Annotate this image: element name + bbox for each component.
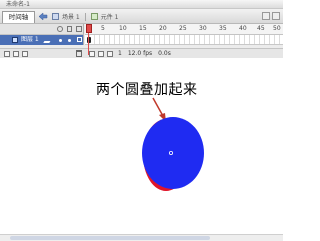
- breadcrumb-symbol[interactable]: 元件 1: [101, 12, 119, 21]
- elapsed-time: 0.0s: [158, 50, 171, 57]
- tab-timeline[interactable]: 时间轴: [2, 11, 35, 23]
- symbol-icon: [90, 13, 98, 20]
- edit-scene-icon[interactable]: [262, 12, 270, 20]
- layer-icon: [12, 37, 18, 43]
- outline-icon[interactable]: [76, 26, 82, 32]
- edit-bar: 时间轴 场景 1 元件 1: [0, 9, 283, 24]
- trash-icon[interactable]: [76, 50, 82, 57]
- timeline-footer: 1 12.0 fps 0.0s: [0, 48, 283, 58]
- breadcrumb: 场景 1 元件 1: [52, 12, 118, 21]
- frame-rate: 12.0 fps: [127, 50, 153, 57]
- breadcrumb-divider: [84, 12, 86, 21]
- pencil-icon: [43, 37, 53, 43]
- insert-folder-icon[interactable]: [22, 51, 28, 57]
- onion-outline-icon[interactable]: [107, 51, 113, 57]
- frame-number: 20: [159, 25, 167, 32]
- frame-number: 30: [199, 25, 207, 32]
- playhead[interactable]: [86, 24, 92, 58]
- current-frame: 1: [118, 50, 122, 57]
- timeline-panel: 5 10 15 20 25 30 35 40 45 50 图层 1 1 12.0…: [0, 24, 283, 58]
- playhead-handle[interactable]: [86, 24, 92, 33]
- frame-number: 40: [239, 25, 247, 32]
- frame-number: 45: [257, 25, 265, 32]
- back-arrow-icon[interactable]: [38, 12, 48, 21]
- arrow-line: [152, 97, 164, 117]
- scrollbar-thumb[interactable]: [10, 236, 210, 240]
- breadcrumb-scene[interactable]: 场景 1: [62, 12, 80, 21]
- frame-ruler[interactable]: 5 10 15 20 25 30 35 40 45 50: [85, 24, 283, 35]
- frame-number: 50: [273, 25, 281, 32]
- frame-number: 5: [101, 25, 105, 32]
- eye-icon[interactable]: [57, 26, 63, 32]
- layer-row[interactable]: 图层 1: [0, 35, 84, 45]
- stage-canvas: [142, 97, 204, 191]
- layer-name[interactable]: 图层 1: [21, 35, 39, 45]
- frame-number: 15: [139, 25, 147, 32]
- onion-skin-icon[interactable]: [98, 51, 104, 57]
- timeline-status: 1 12.0 fps 0.0s: [118, 49, 171, 59]
- document-title: 未命名-1: [6, 1, 30, 8]
- insert-layer-icon[interactable]: [4, 51, 10, 57]
- playhead-line: [88, 33, 89, 55]
- lock-icon[interactable]: [67, 26, 72, 32]
- edit-symbol-icon[interactable]: [272, 12, 280, 20]
- visibility-dot-icon[interactable]: [59, 39, 62, 42]
- edit-bar-tools: [262, 12, 280, 20]
- frame-number: 10: [119, 25, 127, 32]
- lock-dot-icon[interactable]: [68, 39, 71, 42]
- outline-square-icon[interactable]: [77, 37, 82, 42]
- stage[interactable]: 两个圆叠加起来: [0, 59, 283, 234]
- frame-cells[interactable]: [85, 35, 283, 45]
- add-guide-layer-icon[interactable]: [13, 51, 19, 57]
- window-title-bar: 未命名-1: [0, 0, 283, 9]
- scene-icon: [52, 13, 59, 20]
- horizontal-scrollbar[interactable]: [0, 234, 283, 241]
- frame-number: 35: [219, 25, 227, 32]
- frame-number: 25: [179, 25, 187, 32]
- layer-header: [0, 24, 84, 35]
